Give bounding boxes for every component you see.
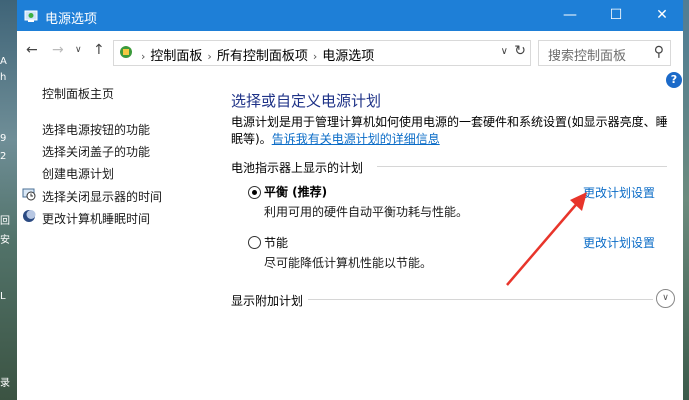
- sidebar-link-lid[interactable]: 选择关闭盖子的功能: [42, 143, 150, 160]
- desktop-edge-text: 录: [0, 378, 10, 389]
- breadcrumb-all-items[interactable]: 所有控制面板项: [217, 49, 308, 64]
- minimize-icon: —: [563, 7, 577, 23]
- balanced-change-settings-link[interactable]: 更改计划设置: [583, 184, 655, 201]
- display-clock-icon: [22, 188, 36, 201]
- up-arrow-icon[interactable]: ↑: [93, 42, 105, 58]
- power-saver-change-settings-link[interactable]: 更改计划设置: [583, 234, 655, 251]
- control-panel-icon: [120, 46, 132, 58]
- additional-plans-divider: [308, 299, 653, 300]
- power-saver-plan-description: 尽可能降低计算机性能以节能。: [264, 256, 433, 270]
- power-options-icon: [24, 10, 38, 22]
- sidebar-link-display-off[interactable]: 选择关闭显示器的时间: [42, 188, 162, 205]
- sidebar-link-create-plan[interactable]: 创建电源计划: [42, 165, 114, 182]
- address-box[interactable]: › 控制面板 › 所有控制面板项 › 电源选项 ∨ ↻: [113, 40, 531, 66]
- battery-plans-group-label: 电池指示器上显示的计划: [231, 161, 364, 175]
- power-saver-plan-radio[interactable]: [248, 236, 261, 249]
- desktop-background-right: [683, 0, 689, 400]
- navigation-bar: ← → ∨ ↑ › 控制面板 › 所有控制面板项 › 电源选项 ∨ ↻ 搜索控制面板 ⚲: [17, 31, 683, 73]
- recent-locations-chevron-icon[interactable]: ∨: [75, 45, 82, 55]
- control-panel-home-link[interactable]: 控制面板主页: [42, 85, 114, 102]
- expand-chevron-icon[interactable]: ∨: [656, 289, 675, 308]
- back-arrow-icon[interactable]: ←: [26, 42, 38, 58]
- address-dropdown-chevron-icon[interactable]: ∨: [501, 46, 508, 57]
- desktop-edge-text: 2: [0, 151, 7, 162]
- desktop-background-left: A h 9 2 回 安 L 录: [0, 0, 17, 400]
- search-box[interactable]: 搜索控制面板 ⚲: [538, 40, 671, 66]
- sidebar-link-power-button[interactable]: 选择电源按钮的功能: [42, 121, 150, 138]
- desktop-edge-text: A: [0, 56, 7, 67]
- desktop-edge-text: 9: [0, 133, 7, 144]
- breadcrumb: › 控制面板 › 所有控制面板项 › 电源选项: [136, 45, 374, 64]
- show-additional-plans-label[interactable]: 显示附加计划: [231, 292, 303, 309]
- breadcrumb-control-panel[interactable]: 控制面板: [150, 49, 202, 64]
- breadcrumb-separator-icon[interactable]: ›: [207, 50, 211, 63]
- desktop-edge-text: 安: [0, 235, 10, 246]
- sleep-moon-icon: [23, 210, 36, 222]
- group-divider: [377, 166, 667, 167]
- balanced-plan-radio[interactable]: [248, 186, 261, 199]
- power-options-window: 电源选项 — ☐ ✕ ← → ∨ ↑ › 控制面板 › 所有控制面板项 › 电源选项 ∨ …: [17, 0, 683, 400]
- desktop-edge-text: L: [0, 291, 6, 302]
- power-plan-info-link[interactable]: 告诉我有关电源计划的详细信息: [272, 132, 440, 146]
- power-saver-plan-name[interactable]: 节能: [264, 234, 288, 251]
- minimize-button[interactable]: —: [547, 0, 593, 31]
- breadcrumb-separator-icon[interactable]: ›: [313, 50, 317, 63]
- balanced-plan-description: 利用可用的硬件自动平衡功耗与性能。: [264, 205, 469, 219]
- maximize-button[interactable]: ☐: [593, 0, 639, 31]
- maximize-icon: ☐: [609, 7, 623, 23]
- close-icon: ✕: [656, 7, 668, 23]
- sidebar: 控制面板主页 选择电源按钮的功能 选择关闭盖子的功能 创建电源计划 选择关闭显示…: [17, 73, 217, 400]
- close-button[interactable]: ✕: [639, 0, 685, 31]
- window-title: 电源选项: [45, 12, 98, 27]
- desktop-edge-text: h: [0, 72, 7, 83]
- search-icon[interactable]: ⚲: [654, 44, 664, 60]
- breadcrumb-power-options[interactable]: 电源选项: [322, 49, 374, 64]
- search-input[interactable]: 搜索控制面板: [548, 45, 626, 64]
- balanced-plan-name[interactable]: 平衡 (推荐): [264, 183, 327, 200]
- refresh-icon[interactable]: ↻: [514, 43, 526, 59]
- desktop-edge-text: 回: [0, 216, 10, 227]
- main-content: 选择或自定义电源计划 电源计划是用于管理计算机如何使用电源的一套硬件和系统设置(…: [231, 73, 683, 400]
- title-bar[interactable]: 电源选项 — ☐ ✕: [17, 0, 683, 31]
- breadcrumb-separator-icon: ›: [141, 50, 146, 63]
- forward-arrow-icon[interactable]: →: [52, 42, 64, 58]
- page-title: 选择或自定义电源计划: [231, 92, 382, 110]
- sidebar-link-sleep[interactable]: 更改计算机睡眠时间: [42, 210, 150, 227]
- page-description: 电源计划是用于管理计算机如何使用电源的一套硬件和系统设置(如显示器亮度、睡眠等)…: [231, 114, 671, 148]
